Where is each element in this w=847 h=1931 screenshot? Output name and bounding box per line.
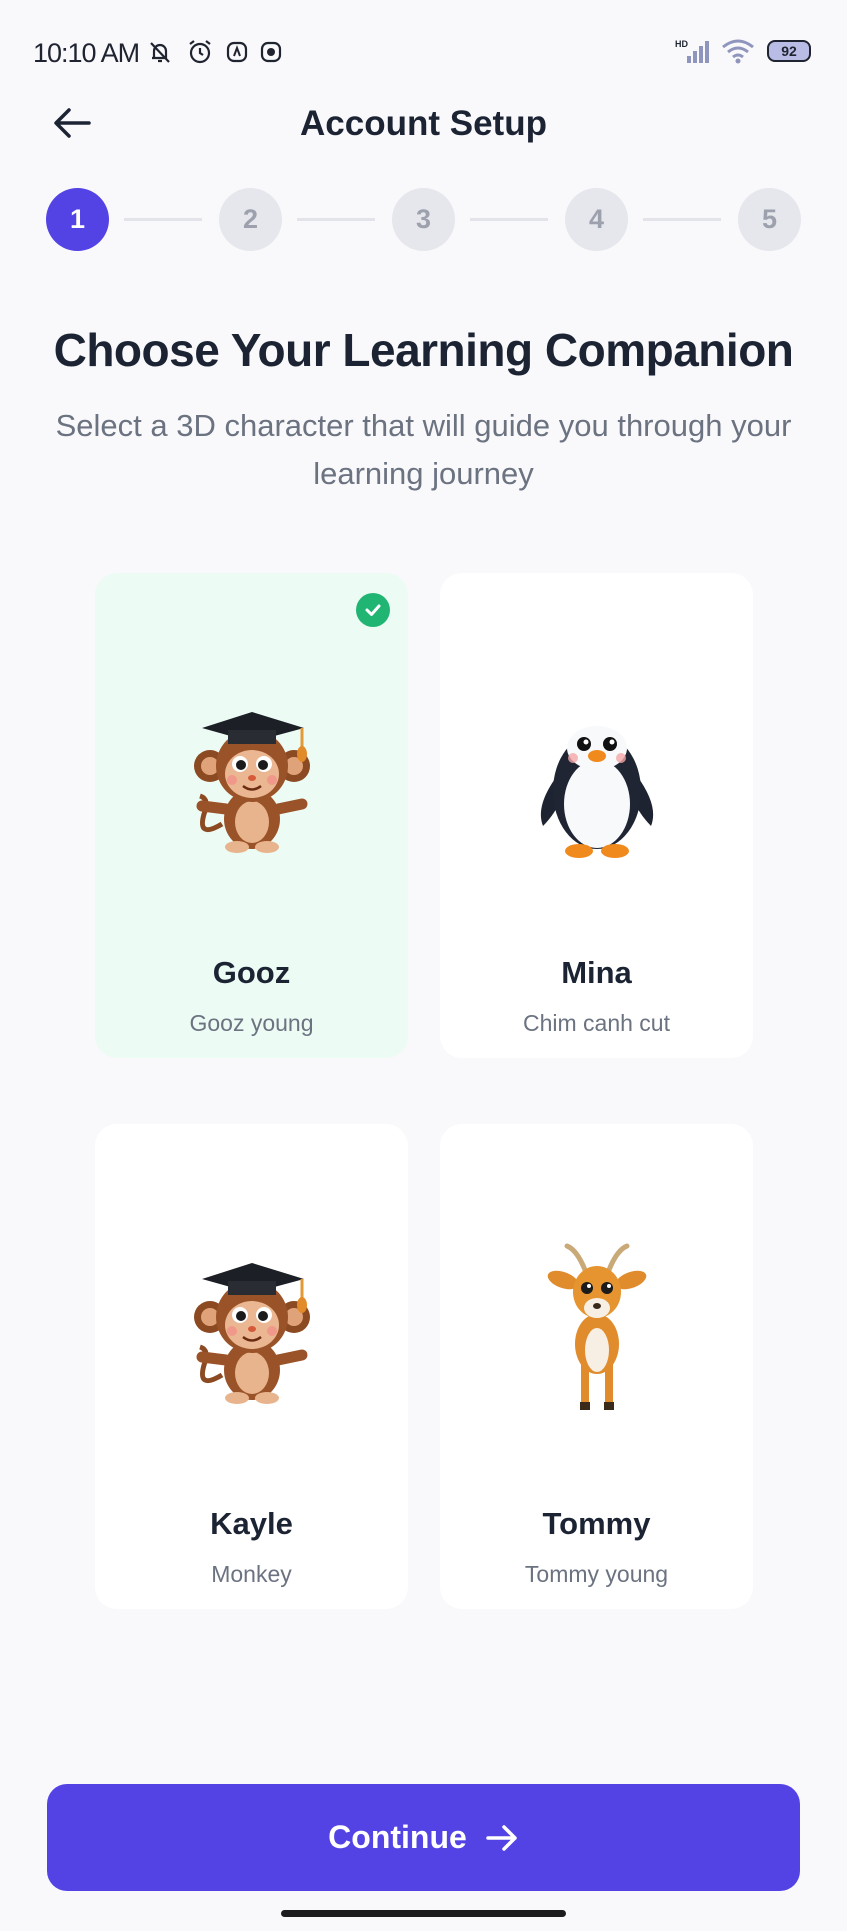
- alarm-icon: [189, 40, 211, 64]
- step-5: 5: [738, 188, 801, 251]
- monkey-graduate-icon: [95, 1242, 408, 1417]
- step-2: 2: [219, 188, 282, 251]
- continue-label: Continue: [328, 1819, 467, 1855]
- character-name: Gooz: [212, 955, 291, 990]
- step-connector: [470, 218, 548, 221]
- gazelle-icon: [440, 1242, 753, 1417]
- status-icons-left: [146, 38, 282, 66]
- home-indicator[interactable]: [281, 1910, 566, 1917]
- character-description: Gooz young: [189, 1010, 314, 1036]
- app-notification-icon: [226, 41, 248, 63]
- status-time: 10:10 AM: [33, 38, 140, 68]
- step-4: 4: [565, 188, 628, 251]
- selected-check-icon: [356, 593, 390, 627]
- wifi-icon: [722, 39, 754, 64]
- section-title: Choose Your Learning Companion: [53, 324, 794, 376]
- character-description: Chim canh cut: [522, 1010, 670, 1036]
- step-3: 3: [392, 188, 455, 251]
- step-connector: [124, 218, 202, 221]
- character-name: Mina: [561, 955, 632, 990]
- app-notification-icon: [260, 41, 282, 63]
- monkey-graduate-icon: [95, 691, 408, 866]
- character-card-tommy[interactable]: Tommy Tommy young: [440, 1124, 753, 1609]
- arrow-right-icon: [486, 1824, 517, 1851]
- character-name: Tommy: [542, 1506, 651, 1541]
- svg-text:HD: HD: [675, 39, 688, 49]
- step-1: 1: [46, 188, 109, 251]
- character-name: Kayle: [210, 1506, 293, 1541]
- penguin-icon: [440, 691, 753, 866]
- status-icons-right: HD 92: [675, 38, 811, 64]
- cellular-signal-icon: HD: [675, 39, 709, 63]
- section-subtitle: Select a 3D character that will guide yo…: [55, 408, 792, 491]
- continue-button[interactable]: Continue: [47, 1784, 800, 1891]
- battery-indicator: 92: [767, 40, 811, 62]
- status-bar: 10:10 AM HD 92: [0, 0, 847, 104]
- page-title: Account Setup: [300, 104, 547, 143]
- bell-off-icon: [150, 42, 170, 63]
- character-card-mina[interactable]: Mina Chim canh cut: [440, 573, 753, 1058]
- step-connector: [297, 218, 375, 221]
- step-connector: [643, 218, 721, 221]
- character-card-gooz[interactable]: Gooz Gooz young: [95, 573, 408, 1058]
- progress-stepper: 1 2 3 4 5: [46, 188, 801, 252]
- character-description: Tommy young: [524, 1561, 669, 1587]
- character-description: Monkey: [211, 1561, 292, 1587]
- character-card-kayle[interactable]: Kayle Monkey: [95, 1124, 408, 1609]
